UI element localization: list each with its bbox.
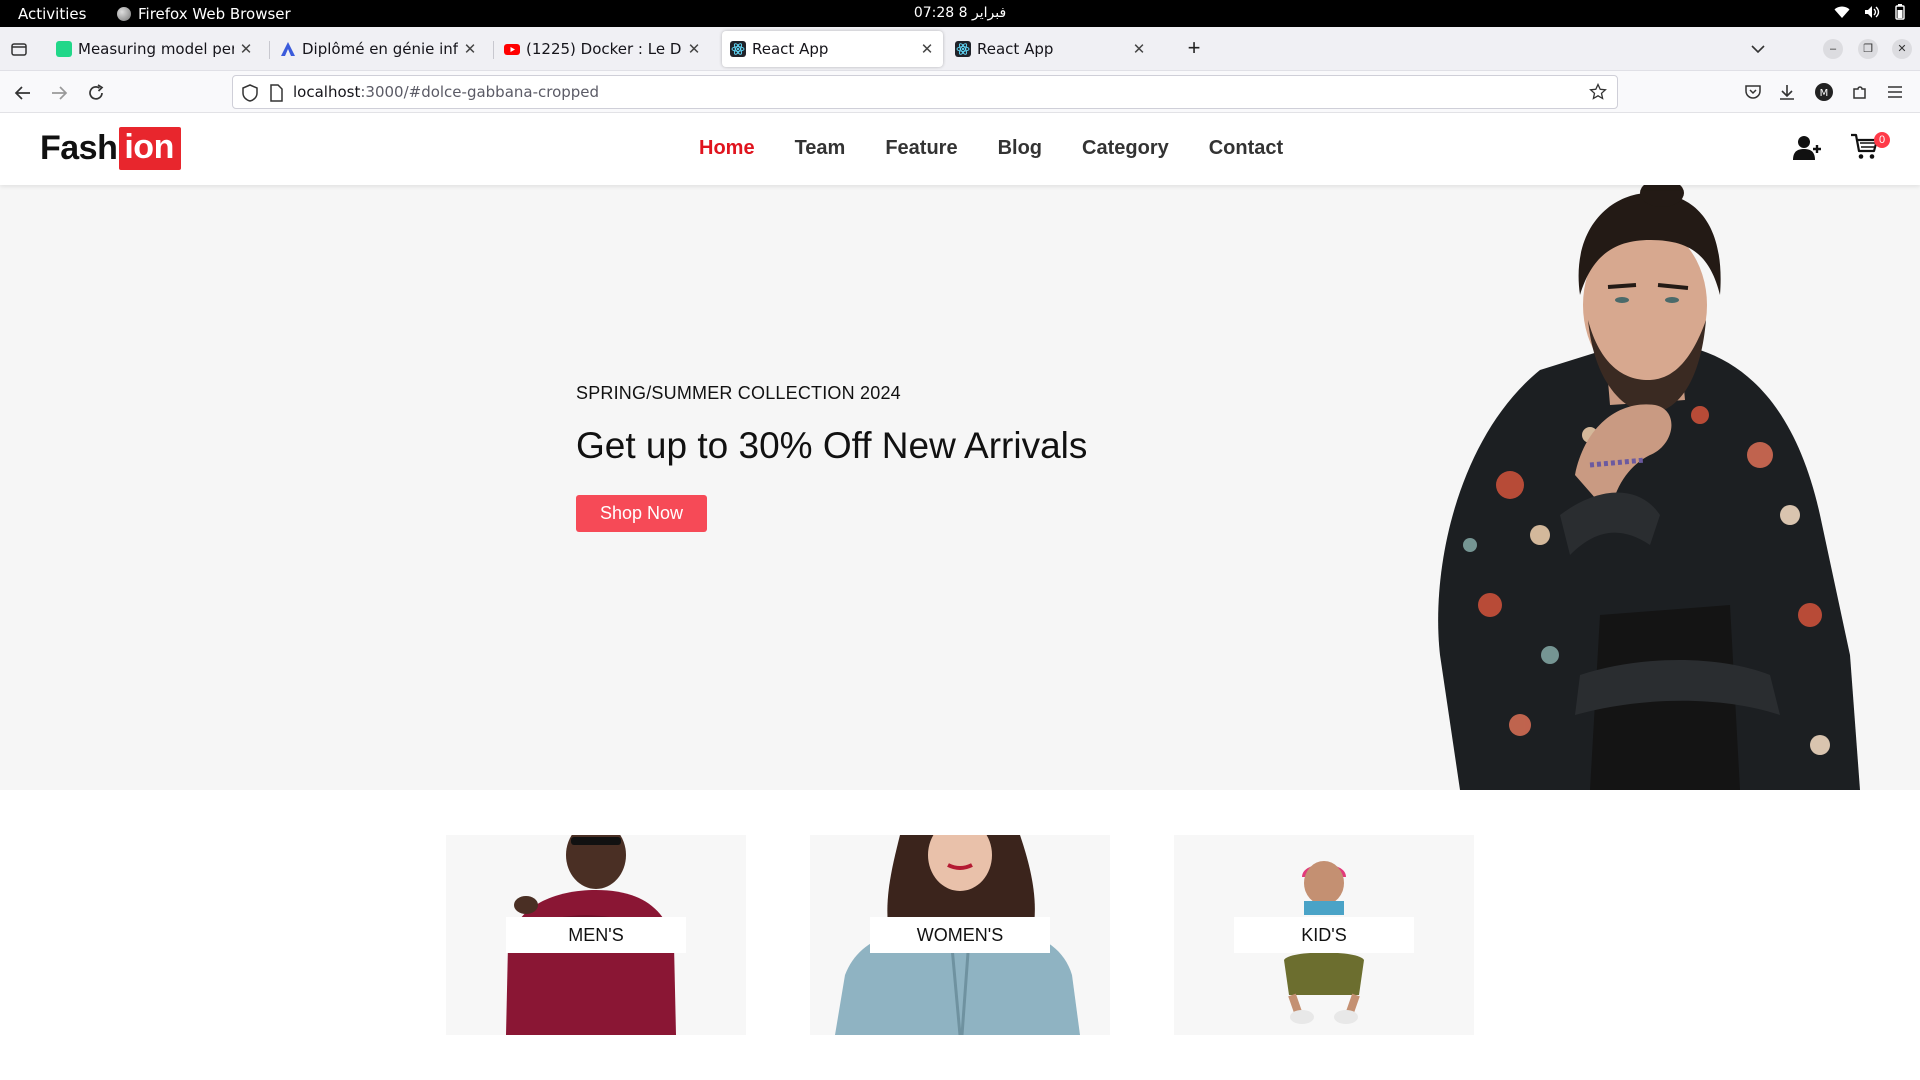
main-nav: Home Team Feature Blog Category Contact <box>699 137 1283 160</box>
tab-title: Measuring model perform <box>78 40 234 58</box>
forward-arrow-icon[interactable] <box>48 82 70 104</box>
page-info-icon[interactable] <box>269 84 283 102</box>
close-tab-icon[interactable]: ✕ <box>238 40 254 58</box>
navigation-toolbar: localhost:3000/#dolce-gabbana-cropped M <box>0 71 1920 113</box>
wifi-icon <box>1834 6 1850 18</box>
tab-4-active[interactable]: React App ✕ <box>722 31 943 67</box>
system-tray[interactable] <box>1834 4 1906 20</box>
logo-text-part2: ion <box>119 127 181 170</box>
category-card-womens[interactable]: WOMEN'S <box>810 835 1110 1035</box>
close-tab-icon[interactable]: ✕ <box>686 40 702 58</box>
site-logo[interactable]: Fash ion <box>40 127 181 170</box>
site-header: Fash ion Home Team Feature Blog Category … <box>0 113 1920 185</box>
category-cards: MEN'S WOMEN'S KID'S <box>0 835 1920 1035</box>
extensions-puzzle-icon[interactable] <box>1850 82 1870 102</box>
atlassian-favicon-icon <box>280 41 296 57</box>
nav-blog[interactable]: Blog <box>998 137 1042 160</box>
category-label: WOMEN'S <box>870 917 1050 953</box>
downloads-icon[interactable] <box>1777 82 1797 102</box>
clock[interactable]: 07:28 8 فبراير <box>0 5 1920 21</box>
category-label: MEN'S <box>506 917 686 953</box>
category-label: KID'S <box>1234 917 1414 953</box>
nav-team[interactable]: Team <box>795 137 846 160</box>
hero-headline: Get up to 30% Off New Arrivals <box>576 425 1088 466</box>
nav-feature[interactable]: Feature <box>885 137 957 160</box>
react-favicon-icon <box>955 41 971 57</box>
tab-strip: Measuring model perform ✕ Diplômé en gén… <box>0 27 1920 71</box>
tab-5[interactable]: React App ✕ <box>947 31 1155 67</box>
pycharm-favicon-icon <box>56 41 72 57</box>
minimize-window-button[interactable]: – <box>1823 39 1843 59</box>
url-text: localhost:3000/#dolce-gabbana-cropped <box>293 83 600 101</box>
url-bar[interactable]: localhost:3000/#dolce-gabbana-cropped <box>232 75 1618 109</box>
back-arrow-icon[interactable] <box>12 82 34 104</box>
nav-category[interactable]: Category <box>1082 137 1169 160</box>
close-tab-icon[interactable]: ✕ <box>919 40 935 58</box>
tab-title: (1225) Docker : Le Docke <box>526 40 682 58</box>
category-card-mens[interactable]: MEN'S <box>446 835 746 1035</box>
tab-1[interactable]: Measuring model perform ✕ <box>48 31 262 67</box>
cart-count-badge: 0 <box>1874 132 1890 148</box>
logo-text-part1: Fash <box>40 129 118 167</box>
account-avatar-icon[interactable]: M <box>1814 82 1834 102</box>
close-tab-icon[interactable]: ✕ <box>1131 40 1147 58</box>
hero-banner: SPRING/SUMMER COLLECTION 2024 Get up to … <box>0 185 1920 790</box>
nav-contact[interactable]: Contact <box>1209 137 1283 160</box>
reload-icon[interactable] <box>85 82 107 104</box>
category-card-kids[interactable]: KID'S <box>1174 835 1474 1035</box>
page-viewport: Fash ion Home Team Feature Blog Category … <box>0 113 1920 1080</box>
youtube-favicon-icon <box>504 41 520 57</box>
bookmark-star-icon[interactable] <box>1589 83 1607 101</box>
react-favicon-icon <box>730 41 746 57</box>
hamburger-menu-icon[interactable] <box>1885 82 1905 102</box>
volume-icon <box>1865 6 1880 18</box>
close-tab-icon[interactable]: ✕ <box>462 40 478 58</box>
tab-title: React App <box>752 40 829 58</box>
pocket-icon[interactable] <box>1743 82 1763 102</box>
shop-now-button[interactable]: Shop Now <box>576 495 707 532</box>
firefox-view-icon[interactable] <box>9 39 29 59</box>
hero-kicker: SPRING/SUMMER COLLECTION 2024 <box>576 383 901 403</box>
tracking-shield-icon[interactable] <box>242 84 258 102</box>
tab-2[interactable]: Diplômé en génie inform ✕ <box>272 31 486 67</box>
tab-title: Diplômé en génie inform <box>302 40 458 58</box>
restore-window-button[interactable]: ❐ <box>1858 39 1878 59</box>
nav-home[interactable]: Home <box>699 137 755 160</box>
tab-title: React App <box>977 40 1054 58</box>
battery-icon <box>1895 4 1905 20</box>
new-tab-button[interactable]: + <box>1180 35 1208 63</box>
system-top-bar: Activities Firefox Web Browser 07:28 8 ف… <box>0 0 1920 27</box>
close-window-button[interactable]: ✕ <box>1892 39 1912 59</box>
svg-text:M: M <box>1820 88 1829 99</box>
chevron-down-icon[interactable] <box>1748 39 1768 59</box>
user-add-icon[interactable] <box>1793 135 1821 161</box>
tab-3[interactable]: (1225) Docker : Le Docke ✕ <box>496 31 710 67</box>
hero-model-image <box>1438 185 1860 790</box>
